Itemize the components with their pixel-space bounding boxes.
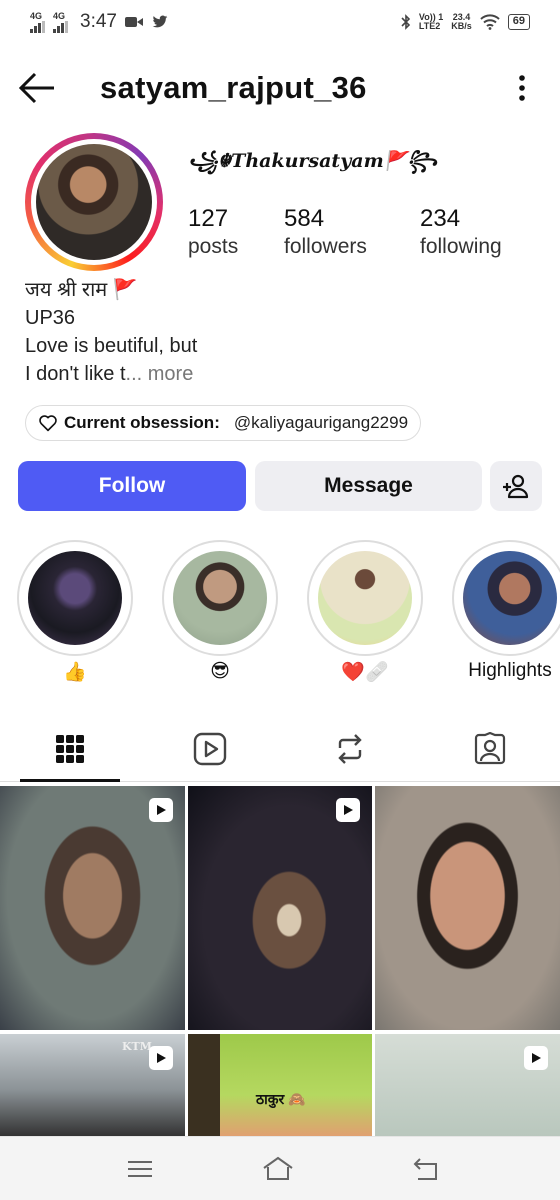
network-type-2: 4G (53, 10, 66, 21)
message-button[interactable]: Message (255, 461, 482, 511)
repost-icon (338, 734, 362, 764)
highlight-caption: ❤️🩹 (341, 662, 389, 683)
tab-posts[interactable] (0, 722, 140, 776)
menu-icon[interactable] (124, 1153, 156, 1185)
grid-post[interactable] (188, 786, 372, 1030)
highlight-cover (463, 551, 557, 645)
signal-bars-icon (53, 20, 68, 33)
grid-post[interactable] (0, 786, 185, 1030)
highlight-caption: 😎 (210, 661, 230, 682)
profile-username: satyam_rajput_36 (100, 70, 367, 105)
highlight-caption: Highlights (468, 660, 552, 681)
stat-value: 584 (284, 205, 325, 232)
stat-value: 234 (420, 205, 461, 232)
display-name: ꧁☬Thakursatyam🚩꧂ (188, 150, 438, 172)
post-overlay-text: KTM (122, 1040, 152, 1053)
story-ring[interactable] (25, 133, 163, 271)
grid-icon (56, 735, 84, 763)
posts-grid: KTM ठाकुर 🙈 (0, 786, 560, 1136)
stat-label: posts (188, 235, 239, 258)
tab-reels[interactable] (140, 722, 280, 776)
highlight-cover (28, 551, 122, 645)
signal-1: 4G (30, 10, 45, 33)
reel-badge-icon (524, 1046, 548, 1070)
home-icon[interactable] (262, 1153, 294, 1185)
status-bar: 4G 4G 3:47 Vo)) 1 LTE2 23.4 KB/s 69 (0, 0, 560, 44)
stat-label: followers (284, 235, 367, 258)
bluetooth-icon (401, 14, 411, 30)
lte-label: LTE2 (418, 21, 441, 31)
add-user-icon (503, 474, 529, 499)
reel-badge-icon (149, 798, 173, 822)
volte-indicator: Vo)) 1 LTE2 (419, 13, 443, 31)
profile-tabs (0, 716, 560, 782)
highlight-cover (318, 551, 412, 645)
grid-post[interactable]: KTM (0, 1034, 185, 1136)
obsession-handle[interactable]: @kaliyagaurigang2299 (234, 413, 408, 433)
network-speed: 23.4 KB/s (451, 13, 472, 31)
highlight-item[interactable]: ❤️🩹 (307, 540, 423, 684)
reel-badge-icon (149, 1046, 173, 1070)
reels-icon (193, 732, 227, 766)
bio-line: जय श्री राम 🚩 (25, 279, 138, 301)
grid-post[interactable]: ठाकुर 🙈 (188, 1034, 372, 1136)
post-decoration (188, 1034, 220, 1136)
tagged-icon (474, 732, 506, 765)
tab-reposts[interactable] (280, 722, 420, 776)
back-arrow-icon[interactable] (18, 70, 58, 106)
tab-tagged[interactable] (420, 722, 560, 776)
grid-post[interactable] (375, 1034, 560, 1136)
post-overlay-text: ठाकुर 🙈 (256, 1091, 306, 1107)
bio-line: I don't like t (25, 363, 126, 385)
signal-bars-icon (30, 20, 45, 33)
speed-unit: KB/s (451, 21, 472, 31)
highlight-cover (173, 551, 267, 645)
stat-label: following (420, 235, 502, 258)
stat-posts[interactable]: 127 posts (188, 205, 238, 259)
more-vertical-icon[interactable] (508, 70, 536, 106)
suggested-users-button[interactable] (490, 461, 542, 511)
current-obsession-chip[interactable]: Current obsession: @kaliyagaurigang2299 (25, 405, 422, 441)
follow-button[interactable]: Follow (18, 461, 246, 511)
clock: 3:47 (80, 11, 117, 32)
wifi-icon (480, 14, 500, 30)
battery-indicator: 69 (507, 14, 530, 30)
video-camera-icon (124, 17, 143, 27)
network-type-1: 4G (30, 10, 43, 21)
system-nav-bar (0, 1136, 560, 1200)
stat-following[interactable]: 234 following (420, 205, 502, 259)
active-tab-indicator (20, 779, 120, 782)
bio: जय श्री राम 🚩 UP36 Love is beutiful, but… (25, 276, 197, 388)
bio-line: Love is beutiful, but (25, 335, 198, 357)
avatar[interactable] (36, 144, 152, 260)
bio-line-last: I don't like t... more (25, 360, 197, 388)
back-nav-icon[interactable] (410, 1153, 442, 1185)
stat-value: 127 (188, 205, 229, 232)
highlight-caption: 👍 (63, 662, 87, 683)
grid-post[interactable] (375, 786, 560, 1030)
signal-2: 4G (53, 10, 68, 33)
obsession-label: Current obsession: (64, 413, 220, 432)
highlight-item[interactable]: Highlights (452, 540, 560, 682)
stat-followers[interactable]: 584 followers (284, 205, 367, 259)
heart-icon (39, 415, 57, 432)
bio-more-link[interactable]: ... more (126, 363, 194, 385)
highlight-item[interactable]: 👍 (17, 540, 133, 684)
reel-badge-icon (336, 798, 360, 822)
twitter-icon (152, 15, 168, 28)
profile-header: satyam_rajput_36 (0, 60, 560, 116)
highlight-item[interactable]: 😎 (162, 540, 278, 683)
bio-line: UP36 (25, 307, 76, 329)
